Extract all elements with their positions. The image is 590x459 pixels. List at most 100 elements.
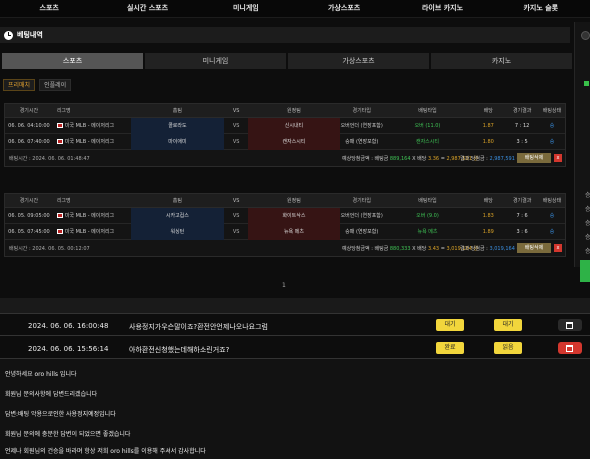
nav-virtual-sports[interactable]: 가상스포츠 (295, 0, 393, 17)
result-label: 결과 당첨금 : (460, 246, 488, 252)
pagination-page[interactable]: 1 (282, 282, 286, 289)
column-header: 리그명 (56, 108, 71, 114)
league-label: 미국 MLB - 메이저리그 (64, 139, 115, 145)
delete-button[interactable] (558, 342, 582, 354)
league-label: 미국 MLB - 메이저리그 (64, 213, 115, 219)
result-payout: 결과 당첨금 : 2,987,591 원 (460, 155, 521, 162)
bet-pick: 오버 (9.0) (416, 213, 439, 219)
read-badge: 읽음 (494, 342, 522, 354)
us-flag-icon (56, 213, 63, 218)
vs-label: VS (232, 228, 240, 235)
right-side-panel: 승 승 승 승 승 (574, 22, 590, 282)
inquiry-date: 2024. 06. 06. 15:56:14 (28, 345, 109, 353)
column-header: 원정팀 (287, 198, 301, 204)
inquiry-subject[interactable]: 아하환전신청했는데해하소린거죠? (129, 345, 229, 355)
subtab-prematch[interactable]: 프리매치 (3, 79, 36, 91)
us-flag-icon (56, 229, 63, 234)
match-time: 06. 05. 09:05:00 (8, 212, 50, 219)
page-title-bar: 베팅내역 (0, 27, 570, 43)
nav-live-casino[interactable]: 라이브 카지노 (393, 0, 491, 17)
game-type: 오버언더 (연장포함) (340, 123, 383, 129)
side-green-button[interactable] (580, 260, 590, 282)
table-row: 06. 05. 09:05:00 미국 MLB - 메이저리그 시카고컵스 VS 화이트… (5, 207, 565, 224)
vs-label: VS (232, 138, 240, 145)
delete-bet-button[interactable]: 배팅삭제 (517, 243, 551, 253)
calc-odds: 3.43 (427, 246, 440, 252)
bet-time: 배팅시간 : 2024. 06. 06. 01:48:47 (9, 156, 90, 162)
table-row: 06. 06. 04:10:00 미국 MLB - 메이저리그 콜로라도 VS 신시내티… (5, 117, 565, 134)
nav-casino-slot[interactable]: 카지노 슬롯 (492, 0, 590, 17)
match-time: 06. 06. 04:10:00 (8, 122, 50, 129)
nav-live-sports[interactable]: 실시간 스포츠 (98, 0, 196, 17)
bet-summary: 배팅시간 : 2024. 06. 05. 00:12:07 예상당첨금액 : 배팅… (5, 240, 565, 256)
close-icon[interactable]: x (554, 244, 562, 252)
nav-minigame[interactable]: 미니게임 (197, 0, 295, 17)
calc-amount: 889,164 (389, 156, 411, 162)
column-header: 경기결과 (512, 108, 532, 114)
bet-status: 승 (549, 123, 555, 129)
odds-value: 1.83 (482, 212, 494, 219)
bet-summary: 배팅시간 : 2024. 06. 06. 01:48:47 예상당첨금액 : 배팅… (5, 150, 565, 166)
close-icon[interactable]: x (554, 154, 562, 162)
us-flag-icon (56, 139, 63, 144)
league-name: 미국 MLB - 메이저리그 (53, 228, 131, 235)
column-header: 경기시간 (19, 198, 39, 204)
column-header: 홈팀 (172, 108, 182, 114)
calc-odds: 3.36 (427, 156, 440, 162)
column-header: 경기시간 (19, 108, 39, 114)
match-time: 06. 06. 07:40:00 (8, 138, 50, 145)
column-header: 홈팀 (172, 198, 182, 204)
league-name: 미국 MLB - 메이저리그 (53, 138, 131, 145)
league-name: 미국 MLB - 메이저리그 (53, 212, 131, 219)
side-label: 승 (585, 206, 590, 213)
tab-sports[interactable]: 스포츠 (2, 53, 143, 69)
calc-eq: = (440, 246, 445, 252)
section-divider (0, 298, 590, 314)
column-header: 원정팀 (287, 108, 301, 114)
bet-status: 승 (549, 139, 555, 145)
nav-sports[interactable]: 스포츠 (0, 0, 98, 17)
vs-label: VS (232, 212, 240, 219)
bet-pick: 뉴욕 메츠 (417, 229, 438, 235)
side-label: 승 (585, 192, 590, 199)
column-header: 배팅상태 (542, 108, 562, 114)
avatar[interactable] (581, 31, 590, 40)
column-header: 리그명 (56, 198, 71, 204)
home-team: 콜로라도 (130, 117, 225, 134)
tab-minigame[interactable]: 미니게임 (145, 53, 286, 69)
match-result: 7 : 6 (516, 212, 528, 219)
home-team: 워싱턴 (130, 223, 225, 240)
game-type: 승패 (연장포함) (345, 229, 379, 235)
game-type: 승패 (연장포함) (345, 139, 379, 145)
table-row: 06. 05. 07:45:00 미국 MLB - 메이저리그 워싱턴 VS 뉴욕 메츠… (5, 223, 565, 240)
away-team: 뉴욕 메츠 (248, 223, 340, 240)
delete-bet-button[interactable]: 배팅삭제 (517, 153, 551, 163)
column-header: 경기타입 (352, 108, 371, 114)
bet-pick: 캔자스시티 (415, 139, 439, 145)
column-header: 배팅상태 (542, 198, 562, 204)
odds-value: 1.89 (482, 228, 494, 235)
calc-x: X 배당 (412, 156, 427, 162)
online-status-icon (584, 81, 589, 86)
status-badge: 완료 (436, 342, 464, 354)
result-payout: 결과 당첨금 : 3,019,164 원 (460, 245, 521, 252)
home-team: 마이애미 (130, 133, 225, 150)
column-header: 배팅타입 (418, 198, 437, 204)
expected-payout: 예상당첨금액 : 배팅금 880,333 X 배당 3.43 = 3,019,1… (342, 245, 478, 252)
tab-virtual-sports[interactable]: 가상스포츠 (288, 53, 429, 69)
subtab-inplay[interactable]: 인플레이 (39, 79, 72, 91)
bet-status: 승 (549, 229, 555, 235)
tab-casino[interactable]: 카지노 (431, 53, 572, 69)
away-team: 화이트삭스 (248, 207, 340, 224)
bet-slip-card: 경기시간 리그명 홈팀 VS 원정팀 경기타입 배팅타입 배당 경기결과 배팅상태 06. 05. … (4, 193, 566, 257)
inquiry-subject[interactable]: 사용정지가우슨말이죠?환전안언제나오나요그럼 (129, 322, 268, 332)
column-header: 배팅타입 (418, 108, 437, 114)
league-name: 미국 MLB - 메이저리그 (53, 122, 131, 129)
inquiry-date: 2024. 06. 06. 16:00:48 (28, 322, 109, 330)
inquiry-row[interactable]: 2024. 06. 06. 16:00:48 사용정지가우슨말이죠?환전안언제나… (0, 316, 590, 336)
delete-button[interactable] (558, 319, 582, 331)
calc-amount: 880,333 (389, 246, 411, 252)
inquiry-reply: 안녕하세요 oro hills 입니다 회원님 문의사항에 답변드리겠습니다 답… (0, 359, 590, 459)
inquiry-row[interactable]: 2024. 06. 06. 15:56:14 아하환전신청했는데해하소린거죠? … (0, 339, 590, 359)
side-label: 승 (585, 234, 590, 241)
